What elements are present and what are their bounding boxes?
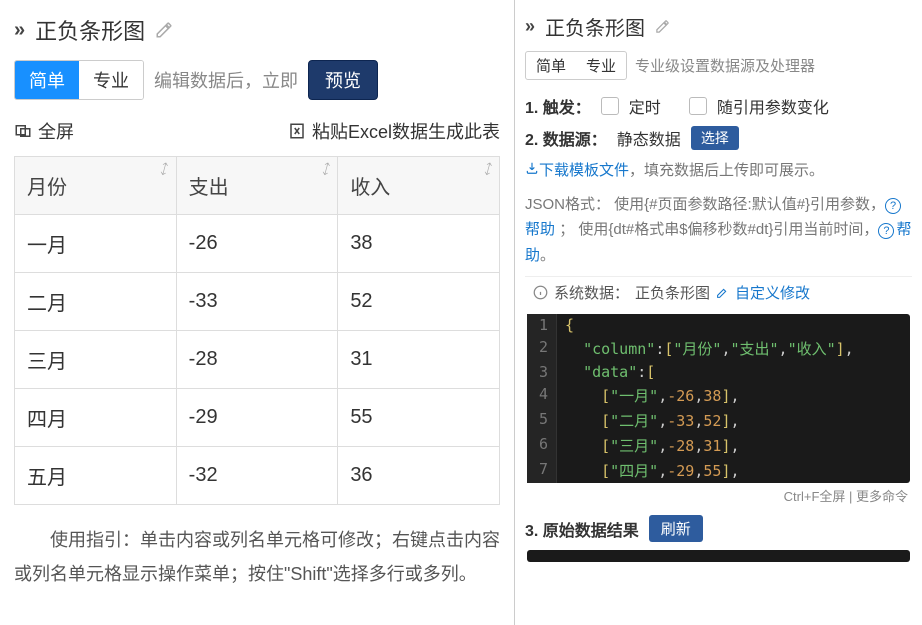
table-cell[interactable]: 二月 <box>15 273 177 331</box>
expand-icon[interactable]: » <box>525 16 535 37</box>
table-cell[interactable]: -33 <box>176 273 338 331</box>
edit-hint: 编辑数据后，立即 <box>154 67 298 93</box>
table-cell[interactable]: 31 <box>338 331 500 389</box>
table-cell[interactable]: 38 <box>338 215 500 273</box>
left-header: » 正负条形图 <box>14 8 500 60</box>
table-cell[interactable]: 一月 <box>15 215 177 273</box>
table-cell[interactable]: 三月 <box>15 331 177 389</box>
section-trigger: 1. 触发： 定时 随引用参数变化 <box>525 94 912 118</box>
tab-simple[interactable]: 简单 <box>15 61 79 99</box>
tab-pro[interactable]: 专业 <box>79 61 143 99</box>
table-cell[interactable]: 52 <box>338 273 500 331</box>
checkbox-timer[interactable] <box>601 97 619 115</box>
download-template-link[interactable]: 下载模板文件 <box>525 162 629 179</box>
table-cell[interactable]: -28 <box>176 331 338 389</box>
info-icon <box>533 285 548 300</box>
paste-excel-link[interactable]: 粘贴Excel数据生成此表 <box>288 118 500 144</box>
help-icon[interactable]: ? <box>885 198 901 214</box>
edit-icon[interactable] <box>155 21 173 39</box>
table-cell[interactable]: -32 <box>176 447 338 505</box>
expand-icon[interactable]: » <box>14 19 25 42</box>
preview-button[interactable]: 预览 <box>308 60 378 100</box>
right-panel: » 正负条形图 简单 专业 专业级设置数据源及处理器 1. 触发： 定时 随引用… <box>515 0 922 625</box>
editor-statusbar[interactable]: Ctrl+F全屏 | 更多命令 <box>525 483 912 515</box>
table-cell[interactable]: 四月 <box>15 389 177 447</box>
table-row[interactable]: 五月-3236 <box>15 447 500 505</box>
usage-guide: 使用指引：单击内容或列名单元格可修改；右键点击内容或列名单元格显示操作菜单；按住… <box>14 523 500 591</box>
edit-icon <box>716 286 729 299</box>
system-data-row: 系统数据： 正负条形图 自定义修改 <box>525 276 912 308</box>
select-button[interactable]: 选择 <box>691 126 739 150</box>
tab-simple[interactable]: 简单 <box>526 52 576 79</box>
sort-icon[interactable]: ⤢ <box>156 159 173 178</box>
mode-tabs: 简单 专业 <box>525 51 627 80</box>
code-editor[interactable]: 1{2 "column":["月份","支出","收入"],3 "data":[… <box>527 314 910 483</box>
help-icon[interactable]: ? <box>878 223 894 239</box>
sort-icon[interactable]: ⤢ <box>318 159 335 178</box>
table-cell[interactable]: 36 <box>338 447 500 505</box>
download-icon <box>525 161 539 175</box>
table-cell[interactable]: -29 <box>176 389 338 447</box>
page-title: 正负条形图 <box>35 14 145 46</box>
checkbox-params[interactable] <box>689 97 707 115</box>
table-row[interactable]: 一月-2638 <box>15 215 500 273</box>
left-panel: » 正负条形图 简单 专业 编辑数据后，立即 预览 全屏 粘贴Excel数据生成… <box>0 0 515 625</box>
json-format-hint: JSON格式： 使用{#页面参数路径:默认值#}引用参数，?帮助 ； 使用{dt… <box>525 192 912 269</box>
excel-icon <box>288 122 306 140</box>
fullscreen-icon <box>14 122 32 140</box>
section-datasource: 2. 数据源： 静态数据 选择 <box>525 126 912 150</box>
edit-icon[interactable] <box>655 19 670 34</box>
column-header[interactable]: 月份⤢ <box>15 157 177 215</box>
refresh-button[interactable]: 刷新 <box>649 515 703 542</box>
custom-edit-link[interactable]: 自定义修改 <box>735 282 810 303</box>
result-box <box>527 550 910 562</box>
table-cell[interactable]: -26 <box>176 215 338 273</box>
fullscreen-link[interactable]: 全屏 <box>14 118 74 144</box>
data-table: 月份⤢支出⤢收入⤢ 一月-2638二月-3352三月-2831四月-2955五月… <box>14 156 500 505</box>
page-title: 正负条形图 <box>545 12 645 41</box>
table-cell[interactable]: 55 <box>338 389 500 447</box>
table-cell[interactable]: 五月 <box>15 447 177 505</box>
tab-pro[interactable]: 专业 <box>576 52 626 79</box>
right-header: » 正负条形图 <box>525 6 912 51</box>
pro-hint: 专业级设置数据源及处理器 <box>635 55 815 76</box>
table-row[interactable]: 四月-2955 <box>15 389 500 447</box>
table-row[interactable]: 二月-3352 <box>15 273 500 331</box>
mode-tabs: 简单 专业 <box>14 60 144 100</box>
sort-icon[interactable]: ⤢ <box>479 159 496 178</box>
table-row[interactable]: 三月-2831 <box>15 331 500 389</box>
help-link[interactable]: 帮助 <box>525 221 555 238</box>
column-header[interactable]: 支出⤢ <box>176 157 338 215</box>
section-rawresult: 3. 原始数据结果 刷新 <box>525 515 912 542</box>
column-header[interactable]: 收入⤢ <box>338 157 500 215</box>
